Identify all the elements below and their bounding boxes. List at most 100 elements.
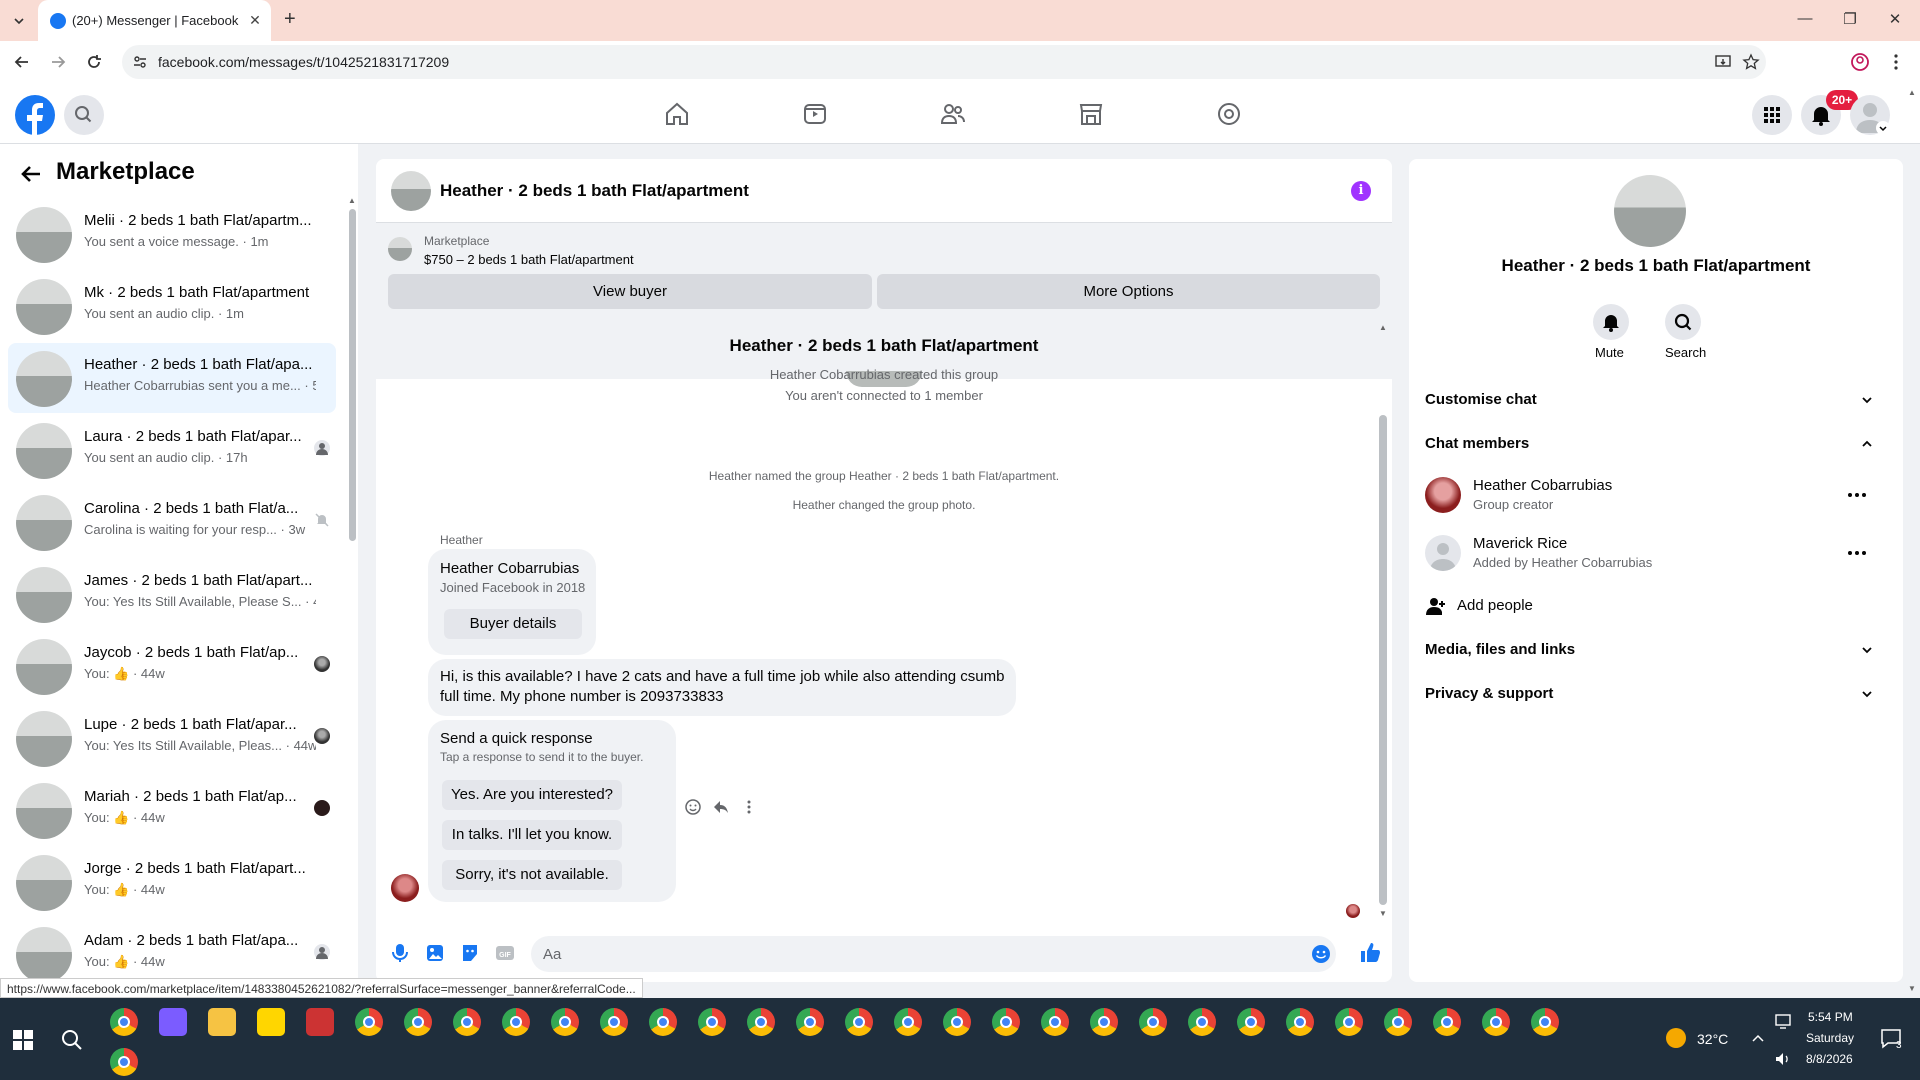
conversation-item[interactable]: Laura · 2 beds 1 bath Flat/apar... You se… [8,415,336,485]
media-files-links-row[interactable]: Media, files and links [1409,629,1903,669]
bookmark-star-icon[interactable] [1742,53,1760,71]
chat-scrollbar[interactable] [1379,415,1387,905]
conversation-item[interactable]: Carolina · 2 beds 1 bath Flat/a... Caroli… [8,487,336,557]
taskbar-app-icon[interactable] [747,1008,775,1036]
gif-icon[interactable]: GIF [494,942,516,964]
taskbar-app-icon[interactable] [845,1008,873,1036]
send-like-icon[interactable] [1358,941,1382,965]
member-row[interactable]: Maverick Rice Added by Heather Cobarrubi… [1409,527,1903,581]
customise-chat-row[interactable]: Customise chat [1409,379,1903,419]
listing-price-title[interactable]: $750 – 2 beds 1 bath Flat/apartment [424,252,634,267]
clock-day[interactable]: Saturday [1806,1031,1854,1045]
taskbar-app-icon[interactable] [306,1008,334,1036]
attach-photo-icon[interactable] [424,942,446,964]
page-scroll-down-icon[interactable]: ▼ [1908,984,1916,993]
start-windows-icon[interactable] [13,1030,33,1050]
chat-group-avatar[interactable] [391,171,431,211]
message-input[interactable]: Aa [531,936,1336,972]
conversation-info-icon[interactable]: i [1351,181,1371,201]
more-actions-icon[interactable] [740,798,758,816]
quick-reply-in-talks-button[interactable]: In talks. I'll let you know. [442,820,622,850]
tab-search-chevron-icon[interactable] [10,12,28,30]
react-emoji-icon[interactable] [684,798,702,816]
back-arrow-icon[interactable] [12,52,32,72]
search-facebook-button[interactable] [64,95,104,135]
site-info-icon[interactable] [132,54,148,70]
home-nav-icon[interactable] [664,101,690,127]
view-buyer-button[interactable]: View buyer [388,274,872,309]
listing-thumbnail[interactable] [388,237,412,261]
taskbar-app-icon[interactable] [355,1008,383,1036]
taskbar-app-icon[interactable] [698,1008,726,1036]
video-nav-icon[interactable] [802,101,828,127]
buyer-message-bubble[interactable]: Hi, is this available? I have 2 cats and… [428,659,1016,716]
more-options-button[interactable]: More Options [877,274,1380,309]
system-tray-chevron-icon[interactable] [1750,1031,1766,1047]
taskbar-app-icon[interactable] [1433,1008,1461,1036]
taskbar-app-icon[interactable] [1384,1008,1412,1036]
weather-temperature[interactable]: 32°C [1697,1031,1728,1047]
menu-grid-button[interactable] [1752,95,1792,135]
privacy-support-row[interactable]: Privacy & support [1409,673,1903,713]
restore-window-icon[interactable]: ❐ [1835,10,1865,28]
conversation-item[interactable]: Lupe · 2 beds 1 bath Flat/apar... You: Ye… [8,703,336,773]
taskbar-app-icon[interactable] [110,1048,138,1076]
taskbar-app-icon[interactable] [551,1008,579,1036]
mute-button[interactable] [1593,304,1629,340]
taskbar-search-icon[interactable] [60,1028,84,1052]
taskbar-app-icon[interactable] [943,1008,971,1036]
search-in-conversation-button[interactable] [1665,304,1701,340]
conversation-item[interactable]: Jorge · 2 beds 1 bath Flat/apart... You: … [8,847,336,917]
volume-icon[interactable] [1774,1050,1792,1068]
taskbar-app-icon[interactable] [1482,1008,1510,1036]
member-options-icon[interactable] [1845,543,1869,563]
taskbar-app-icon[interactable] [208,1008,236,1036]
conversation-item[interactable]: Melii · 2 beds 1 bath Flat/apartm... You … [8,199,336,269]
member-options-icon[interactable] [1845,485,1869,505]
reply-icon[interactable] [712,798,730,816]
chat-title[interactable]: Heather · 2 beds 1 bath Flat/apartment [440,181,749,201]
facebook-logo-icon[interactable] [15,95,55,135]
taskbar-app-icon[interactable] [502,1008,530,1036]
taskbar-app-icon[interactable] [453,1008,481,1036]
taskbar-app-icon[interactable] [159,1008,187,1036]
taskbar-app-icon[interactable] [1531,1008,1559,1036]
taskbar-app-icon[interactable] [1335,1008,1363,1036]
emoji-picker-icon[interactable] [1311,944,1331,964]
minimize-window-icon[interactable]: — [1790,10,1820,27]
forward-arrow-icon[interactable] [48,52,68,72]
profile-icon[interactable] [1850,52,1870,72]
taskbar-app-icon[interactable] [1041,1008,1069,1036]
chat-members-row[interactable]: Chat members [1409,423,1903,463]
page-scroll-up-icon[interactable]: ▲ [1908,88,1916,97]
conversation-item[interactable]: James · 2 beds 1 bath Flat/apart... You: … [8,559,336,629]
back-arrow-icon[interactable] [18,161,44,187]
taskbar-app-icon[interactable] [796,1008,824,1036]
browser-tab-messenger[interactable]: (20+) Messenger | Facebook ✕ [38,0,271,41]
taskbar-app-icon[interactable] [1090,1008,1118,1036]
chat-scroll-down-icon[interactable]: ▼ [1379,909,1387,918]
chat-scroll-up-icon[interactable]: ▲ [1379,323,1387,332]
taskbar-app-icon[interactable] [894,1008,922,1036]
conversation-item[interactable]: Jaycob · 2 beds 1 bath Flat/ap... You: 👍 … [8,631,336,701]
member-row[interactable]: Heather Cobarrubias Group creator [1409,469,1903,523]
install-app-icon[interactable] [1714,53,1732,71]
clock-time[interactable]: 5:54 PM [1808,1010,1853,1024]
network-icon[interactable] [1774,1012,1792,1030]
gaming-nav-icon[interactable] [1216,101,1242,127]
close-tab-icon[interactable]: ✕ [245,10,265,30]
sticker-icon[interactable] [459,942,481,964]
taskbar-app-icon[interactable] [110,1008,138,1036]
new-tab-button[interactable]: + [284,8,296,31]
buyer-details-button[interactable]: Buyer details [444,609,582,639]
reload-icon[interactable] [84,52,104,72]
taskbar-app-icon[interactable] [1286,1008,1314,1036]
taskbar-app-icon[interactable] [649,1008,677,1036]
weather-sun-icon[interactable] [1666,1028,1686,1048]
add-people-row[interactable]: Add people [1409,585,1903,625]
close-window-icon[interactable]: ✕ [1880,10,1910,28]
taskbar-app-icon[interactable] [1139,1008,1167,1036]
browser-menu-icon[interactable] [1886,52,1906,72]
friends-nav-icon[interactable] [940,101,966,127]
conversation-item[interactable]: Mk · 2 beds 1 bath Flat/apartment You sen… [8,271,336,341]
